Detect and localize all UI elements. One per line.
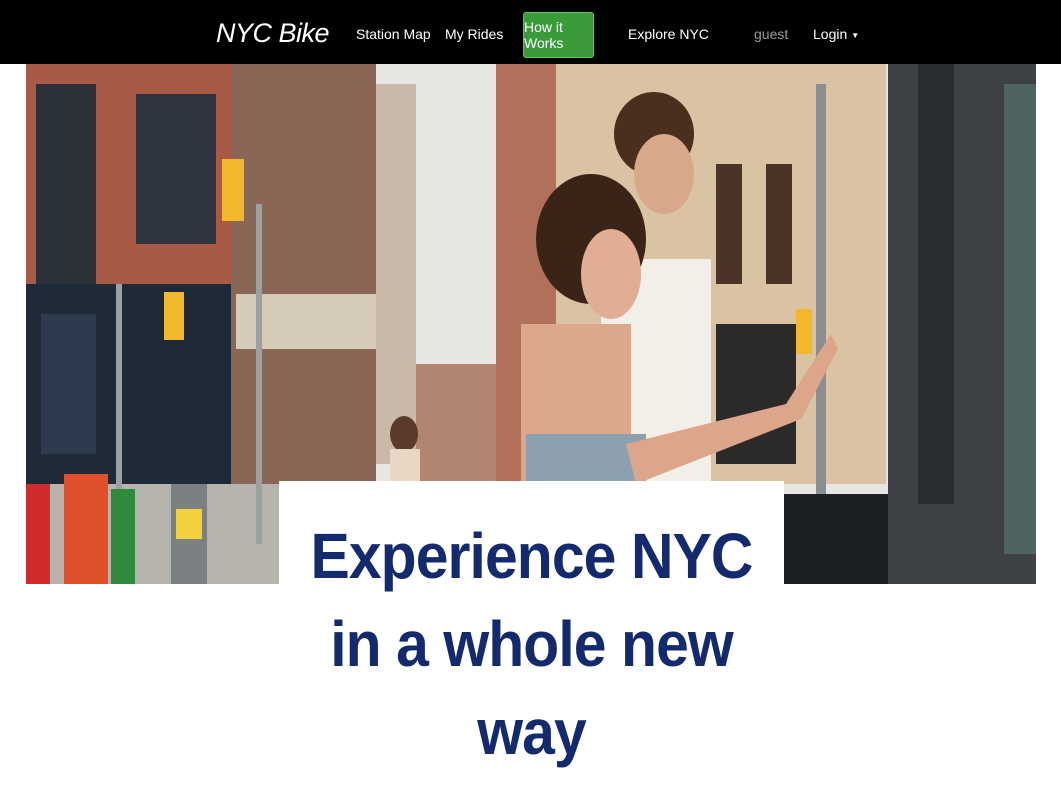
headline-line: in a whole new (330, 608, 734, 680)
top-navbar: NYC Bike Station Map My Rides How it Wor… (0, 0, 1061, 64)
nav-explore-nyc[interactable]: Explore NYC (628, 26, 709, 42)
nav-how-it-works[interactable]: How it Works (523, 12, 594, 58)
nav-how-it-works-label: How it Works (524, 19, 564, 51)
caret-down-icon: ▼ (851, 30, 860, 40)
brand-logo[interactable]: NYC Bike (216, 18, 330, 49)
headline-line: way (477, 696, 586, 768)
nav-station-map[interactable]: Station Map (356, 26, 431, 42)
nav-my-rides[interactable]: My Rides (445, 26, 503, 42)
login-dropdown[interactable]: Login ▼ (813, 26, 859, 42)
current-user: guest (754, 26, 789, 42)
hero-headline: Experience NYC in a whole new way (299, 512, 764, 776)
headline-line: Experience NYC (310, 520, 753, 592)
login-label: Login (813, 26, 848, 42)
